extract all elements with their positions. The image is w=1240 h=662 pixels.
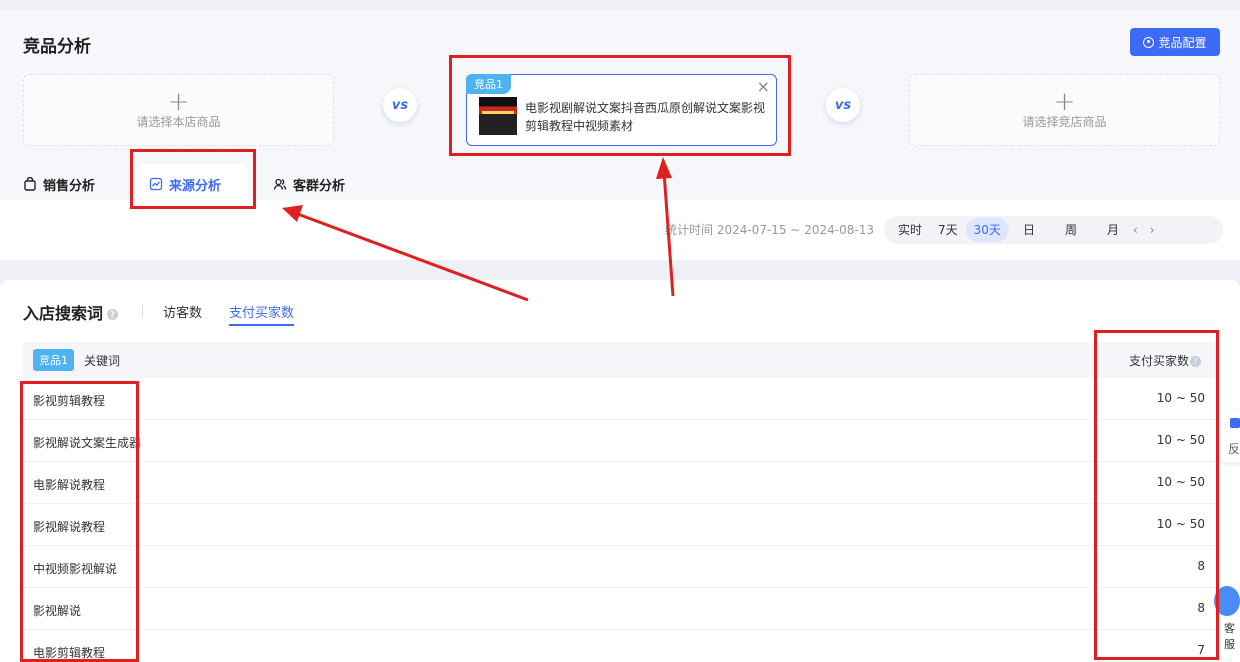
page-title: 竞品分析	[23, 37, 91, 57]
competitor-config-button[interactable]: 竞品配置	[1130, 28, 1220, 56]
tab-source-label: 来源分析	[169, 178, 222, 194]
customer-service-widget[interactable]: 客服	[1212, 586, 1240, 651]
tab-sales[interactable]: 销售分析	[23, 172, 95, 196]
stat-time: 统计时间 2024-07-15 ~ 2024-08-13	[665, 223, 874, 237]
col-paying-buyers-label: 支付买家数	[1128, 354, 1189, 368]
vs-badge-1: vs	[383, 88, 417, 122]
config-button-label: 竞品配置	[1158, 35, 1207, 50]
tab-sales-label: 销售分析	[43, 178, 96, 194]
range-day[interactable]: 日	[1015, 218, 1043, 242]
range-month[interactable]: 月	[1099, 218, 1127, 242]
select-competitor-store-product-slot[interactable]: + 请选择竞店商品	[909, 74, 1220, 146]
row-keyword: 中视频影视解说	[33, 562, 118, 576]
competitor-product-card[interactable]: 竞品1 × 电影视剧解说文案抖音西瓜原创解说文案影视剪辑教程中视频素材	[466, 74, 777, 146]
table-row: 影视解说文案生成器 10 ~ 50	[23, 420, 1217, 462]
range-realtime[interactable]: 实时	[890, 218, 930, 242]
table-row: 影视解说 8	[23, 588, 1217, 630]
range-7d[interactable]: 7天	[930, 218, 966, 242]
row-keyword: 影视解说教程	[33, 520, 106, 534]
customer-service-icon	[1214, 586, 1240, 616]
range-30d[interactable]: 30天	[965, 218, 1009, 242]
table-row: 影视剪辑教程 10 ~ 50	[23, 378, 1217, 420]
range-week[interactable]: 周	[1057, 218, 1085, 242]
row-value: 10 ~ 50	[1156, 517, 1205, 531]
competitor-tag: 竞品1	[466, 74, 511, 94]
users-icon	[273, 178, 287, 190]
col-keyword: 关键词	[84, 354, 121, 368]
feedback-label: 反	[1228, 442, 1240, 456]
customer-service-label: 客服	[1224, 622, 1235, 651]
table-row: 影视解说教程 10 ~ 50	[23, 504, 1217, 546]
tab-audience[interactable]: 客群分析	[273, 172, 345, 196]
row-keyword: 影视解说	[33, 604, 82, 618]
col-paying-buyers: 支付买家数?	[1129, 352, 1201, 369]
competitor-store-placeholder: 请选择竞店商品	[1022, 114, 1107, 129]
tab-audience-label: 客群分析	[293, 178, 346, 194]
analysis-tabs: 销售分析 来源分析 客群分析	[23, 172, 397, 196]
row-value: 10 ~ 50	[1156, 433, 1205, 447]
row-value: 8	[1197, 601, 1205, 615]
date-range-selector: 实时 7天 30天 日 周 月 ‹ ›	[884, 216, 1223, 244]
product-thumbnail	[479, 97, 517, 135]
subtab-paying-buyers[interactable]: 支付买家数	[229, 302, 295, 326]
plus-icon: +	[167, 86, 190, 117]
own-product-placeholder: 请选择本店商品	[136, 114, 221, 129]
row-value: 10 ~ 50	[1156, 391, 1205, 405]
help-icon[interactable]: ?	[107, 309, 119, 320]
table-competitor-tag: 竞品1	[33, 349, 74, 371]
plus-icon: +	[1053, 86, 1076, 117]
product-title: 电影视剧解说文案抖音西瓜原创解说文案影视剪辑教程中视频素材	[525, 101, 766, 133]
trend-chart-icon	[149, 177, 163, 191]
divider	[142, 304, 143, 318]
vs-badge-2: vs	[826, 88, 860, 122]
settings-circle-icon	[1143, 36, 1155, 48]
tab-source[interactable]: 来源分析	[149, 172, 221, 196]
select-own-product-slot[interactable]: + 请选择本店商品	[23, 74, 334, 146]
table-row: 电影解说教程 10 ~ 50	[23, 462, 1217, 504]
table-row: 电影剪辑教程 7	[23, 630, 1217, 662]
row-value: 8	[1197, 559, 1205, 573]
row-value: 10 ~ 50	[1156, 475, 1205, 489]
table-header: 竞品1 关键词 支付买家数?	[23, 342, 1217, 378]
table-row: 中视频影视解说 8	[23, 546, 1217, 588]
row-keyword: 电影解说教程	[33, 478, 106, 492]
section-title-text: 入店搜索词	[23, 304, 104, 323]
feedback-widget[interactable]: 反	[1220, 410, 1240, 462]
row-keyword: 影视解说文案生成器	[33, 436, 142, 450]
help-icon[interactable]: ?	[1190, 356, 1201, 367]
feedback-icon	[1230, 418, 1240, 428]
chevron-left-icon[interactable]: ‹	[1127, 223, 1144, 237]
shopping-bag-icon	[24, 177, 36, 191]
row-value: 7	[1197, 643, 1205, 657]
subtab-visitors[interactable]: 访客数	[163, 302, 202, 321]
row-keyword: 电影剪辑教程	[33, 646, 106, 660]
row-keyword: 影视剪辑教程	[33, 394, 106, 408]
chevron-right-icon[interactable]: ›	[1144, 223, 1161, 237]
section-title: 入店搜索词?	[23, 300, 119, 324]
close-icon[interactable]: ×	[757, 77, 770, 96]
